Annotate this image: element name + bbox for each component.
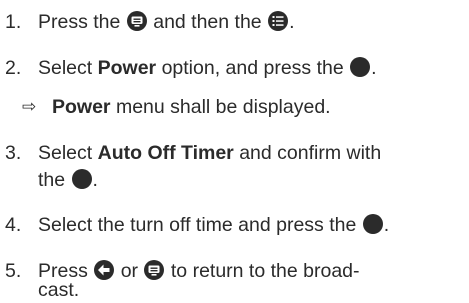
back-arrow-icon	[94, 260, 115, 280]
step-text: Select the turn off time and press the	[38, 214, 357, 236]
ok-button-icon	[362, 214, 383, 234]
menu-button-icon	[144, 260, 165, 280]
step-number: 1.	[5, 11, 22, 33]
step-text: cast.	[38, 279, 80, 301]
step-text: or	[120, 260, 139, 282]
step-number: 3.	[5, 142, 22, 164]
ok-button-icon	[71, 169, 92, 189]
step-text: Select	[38, 142, 93, 164]
menu-button-icon	[126, 11, 147, 31]
menu-name: Power	[52, 96, 111, 118]
step-text: and then the	[153, 11, 262, 33]
option-name: Auto Off Timer	[97, 142, 234, 164]
step-text: and confirm with	[239, 142, 382, 164]
step-text: to return to the broad-	[170, 260, 360, 282]
ok-button-icon	[350, 57, 371, 77]
step-text: the	[38, 169, 66, 191]
result-arrow-icon: ⇨	[22, 97, 37, 116]
step-number: 2.	[5, 57, 22, 79]
step-number: 4.	[5, 214, 22, 236]
result-text: menu shall be displayed.	[115, 96, 331, 118]
option-name: Power	[97, 57, 157, 79]
step-number: 5.	[5, 260, 22, 282]
step-text: Press the	[38, 11, 121, 33]
step-text: option, and press the	[161, 57, 344, 79]
list-menu-icon	[268, 11, 289, 31]
step-text: Select	[38, 57, 93, 79]
